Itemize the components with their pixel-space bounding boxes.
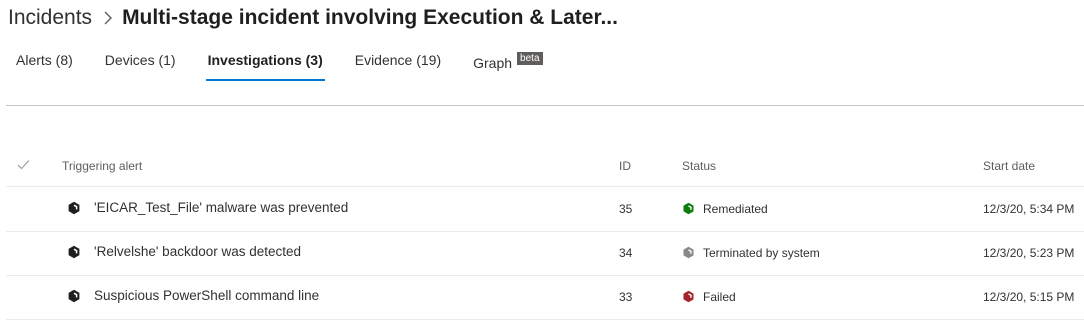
tab-graph[interactable]: Graph beta [473,44,543,81]
column-header-triggering-alert[interactable]: Triggering alert [62,159,142,173]
chevron-right-icon [103,10,113,26]
tab-investigations[interactable]: Investigations (3) [205,44,325,81]
investigation-hexagon-icon [67,245,81,264]
tab-devices[interactable]: Devices (1) [105,44,176,81]
status-hexagon-icon [682,246,695,264]
table-header: Triggering alert ID Status Start date [6,148,1084,187]
status-text: Remediated [703,202,768,216]
tab-bar: Alerts (8) Devices (1) Investigations (3… [16,44,575,81]
start-date: 12/3/20, 5:34 PM [983,202,1075,216]
breadcrumb-incidents-link[interactable]: Incidents [8,6,92,30]
tab-label: Investigations (3) [207,52,323,68]
table-row[interactable]: 'Relvelshe' backdoor was detected 34 Ter… [6,231,1084,276]
column-header-id[interactable]: ID [619,159,631,173]
page-title: Multi-stage incident involving Execution… [122,6,618,29]
investigation-id: 33 [619,290,633,304]
triggering-alert-link[interactable]: Suspicious PowerShell command line [94,288,319,303]
beta-badge: beta [517,52,543,65]
checkmark-icon[interactable] [17,159,30,173]
column-header-start-date[interactable]: Start date [983,159,1035,173]
tab-label: Evidence (19) [354,52,442,68]
triggering-alert-link[interactable]: 'EICAR_Test_File' malware was prevented [94,200,348,215]
divider [6,105,1084,106]
status-hexagon-icon [682,202,695,220]
column-header-status[interactable]: Status [682,159,716,173]
tab-alerts[interactable]: Alerts (8) [16,44,73,81]
table-row[interactable]: Suspicious PowerShell command line 33 Fa… [6,275,1084,320]
status-text: Failed [703,290,736,304]
triggering-alert-link[interactable]: 'Relvelshe' backdoor was detected [94,244,301,259]
start-date: 12/3/20, 5:15 PM [983,290,1075,304]
investigation-id: 35 [619,202,633,216]
tab-label: Graph [473,55,513,71]
status-text: Terminated by system [703,246,820,260]
status-hexagon-icon [682,290,695,308]
tab-evidence[interactable]: Evidence (19) [355,44,441,81]
investigation-id: 34 [619,246,633,260]
table-row[interactable]: 'EICAR_Test_File' malware was prevented … [6,187,1084,232]
investigation-hexagon-icon [67,201,81,220]
breadcrumb: Incidents Multi-stage incident involving… [8,3,618,33]
tab-label: Alerts (8) [16,52,73,68]
tab-label: Devices (1) [104,52,176,68]
start-date: 12/3/20, 5:23 PM [983,246,1075,260]
investigation-hexagon-icon [67,289,81,308]
